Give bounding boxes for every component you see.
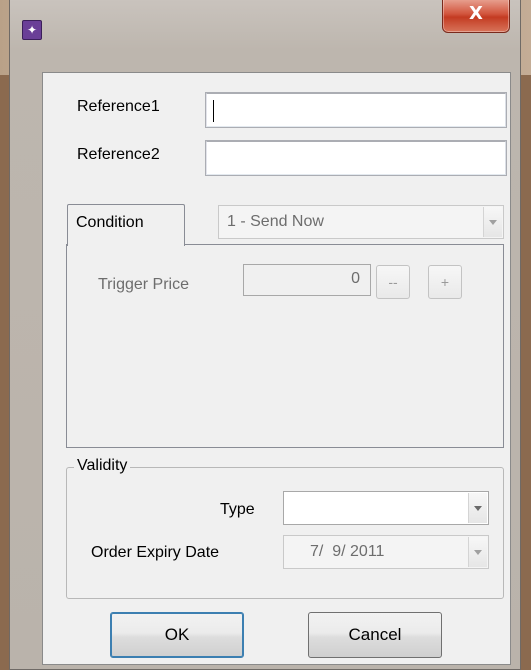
- chevron-down-icon[interactable]: [468, 493, 487, 523]
- condition-select-value: 1 - Send Now: [227, 213, 324, 230]
- condition-select[interactable]: 1 - Send Now: [218, 205, 504, 239]
- trigger-price-label: Trigger Price: [98, 276, 189, 293]
- decrement-button[interactable]: --: [376, 265, 410, 299]
- reference1-label: Reference1: [77, 98, 160, 115]
- order-expiry-date-value: 7/ 9/ 2011: [310, 543, 385, 560]
- order-expiry-date-picker[interactable]: 7/ 9/ 2011: [283, 535, 489, 569]
- validity-group: [66, 467, 504, 599]
- type-label: Type: [220, 501, 255, 518]
- close-button[interactable]: X: [442, 0, 510, 33]
- order-expiry-date-label: Order Expiry Date: [91, 544, 220, 561]
- validity-group-label: Validity: [74, 457, 131, 475]
- calendar-dropdown-icon[interactable]: [468, 537, 487, 567]
- reference2-input[interactable]: [205, 140, 507, 176]
- text-caret: [213, 100, 214, 122]
- cancel-button[interactable]: Cancel: [308, 612, 442, 658]
- increment-button[interactable]: +: [428, 265, 462, 299]
- reference2-label: Reference2: [77, 146, 160, 163]
- trigger-price-input[interactable]: 0: [243, 264, 371, 296]
- tab-condition-label: Condition: [76, 214, 144, 231]
- tab-condition[interactable]: Condition: [67, 204, 185, 246]
- dialog-body: Reference1 Reference2 Condition 1 - Send…: [42, 72, 511, 665]
- type-select[interactable]: [283, 491, 489, 525]
- ok-button[interactable]: OK: [110, 612, 244, 658]
- app-icon: ✦: [22, 20, 42, 40]
- chevron-down-icon[interactable]: [483, 207, 502, 237]
- dialog-window: ✦ X Reference1 Reference2 Condition 1 - …: [9, 0, 521, 670]
- reference1-input[interactable]: [205, 92, 507, 128]
- title-bar: ✦ X: [10, 0, 520, 40]
- trigger-price-value: 0: [351, 270, 360, 287]
